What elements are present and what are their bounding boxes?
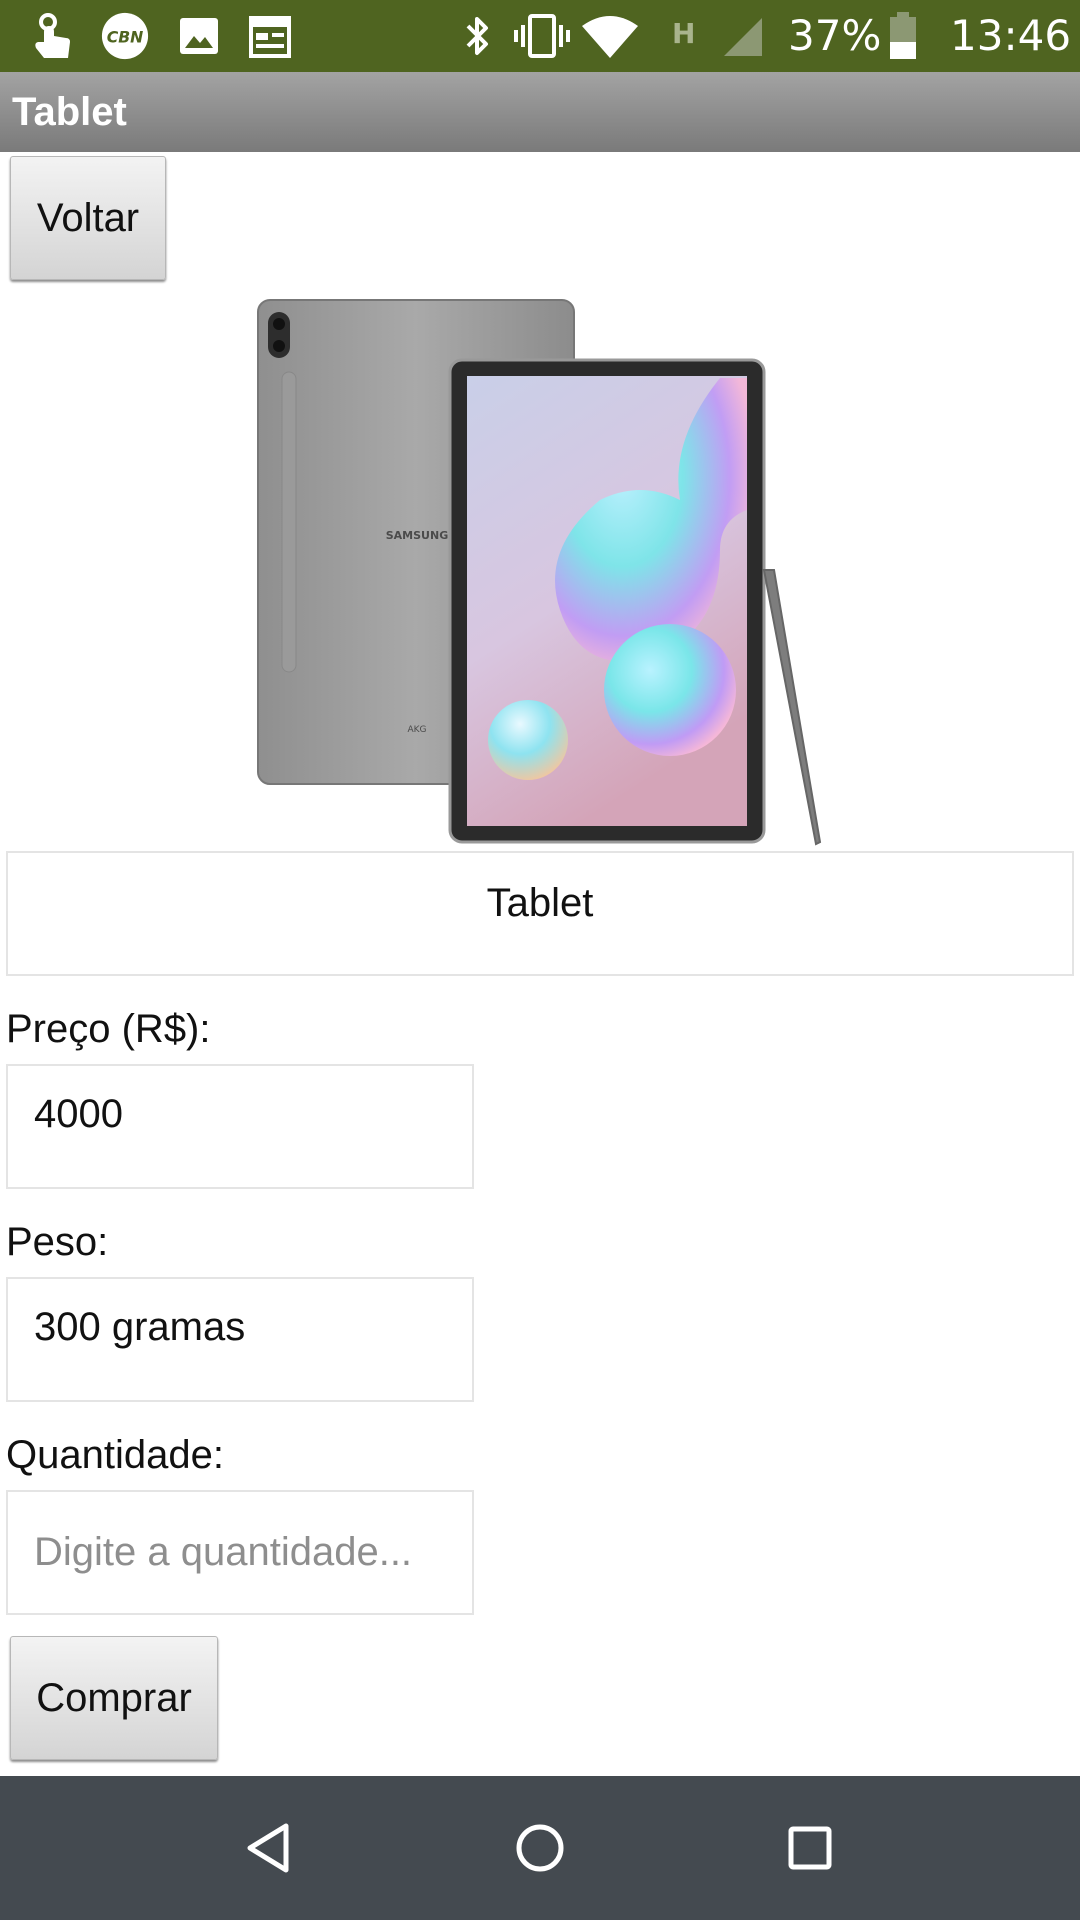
weight-label: Peso: bbox=[6, 1220, 109, 1264]
price-field[interactable]: 4000 bbox=[6, 1064, 474, 1189]
touch-icon bbox=[35, 13, 70, 58]
cbn-icon: CBN bbox=[101, 12, 149, 60]
product-name-box: Tablet bbox=[6, 851, 1074, 976]
status-bar: CBN H 37% 13:46 bbox=[0, 0, 1080, 72]
home-icon[interactable] bbox=[498, 1806, 582, 1890]
product-name: Tablet bbox=[486, 881, 594, 925]
quantity-label: Quantidade: bbox=[6, 1433, 224, 1477]
weight-value: 300 gramas bbox=[34, 1305, 246, 1349]
app-title-bar: Tablet bbox=[0, 72, 1080, 152]
back-button[interactable]: Voltar bbox=[10, 156, 166, 280]
product-image: SAMSUNG AKG bbox=[257, 299, 822, 846]
cbn-logo-text: CBN bbox=[107, 27, 144, 46]
vibrate-icon bbox=[514, 14, 570, 58]
price-label: Preço (R$): bbox=[6, 1007, 211, 1051]
calendar-icon bbox=[249, 16, 291, 58]
buy-button[interactable]: Comprar bbox=[10, 1636, 218, 1760]
network-type-label: H bbox=[672, 17, 696, 50]
weight-field[interactable]: 300 gramas bbox=[6, 1277, 474, 1402]
clock: 13:46 bbox=[950, 11, 1072, 60]
page-title: Tablet bbox=[12, 90, 127, 134]
quantity-input[interactable] bbox=[6, 1490, 474, 1615]
bluetooth-icon bbox=[466, 17, 488, 55]
navigation-bar bbox=[0, 1776, 1080, 1920]
brand-logo-text: SAMSUNG bbox=[386, 529, 448, 542]
akg-logo-text: AKG bbox=[407, 725, 426, 735]
battery-percent: 37% bbox=[788, 11, 882, 60]
image-icon bbox=[180, 18, 218, 54]
recents-icon[interactable] bbox=[768, 1806, 852, 1890]
battery-icon bbox=[890, 12, 916, 59]
price-value: 4000 bbox=[34, 1092, 123, 1136]
signal-icon bbox=[724, 18, 762, 56]
back-icon[interactable] bbox=[228, 1806, 312, 1890]
wifi-icon bbox=[582, 16, 638, 58]
